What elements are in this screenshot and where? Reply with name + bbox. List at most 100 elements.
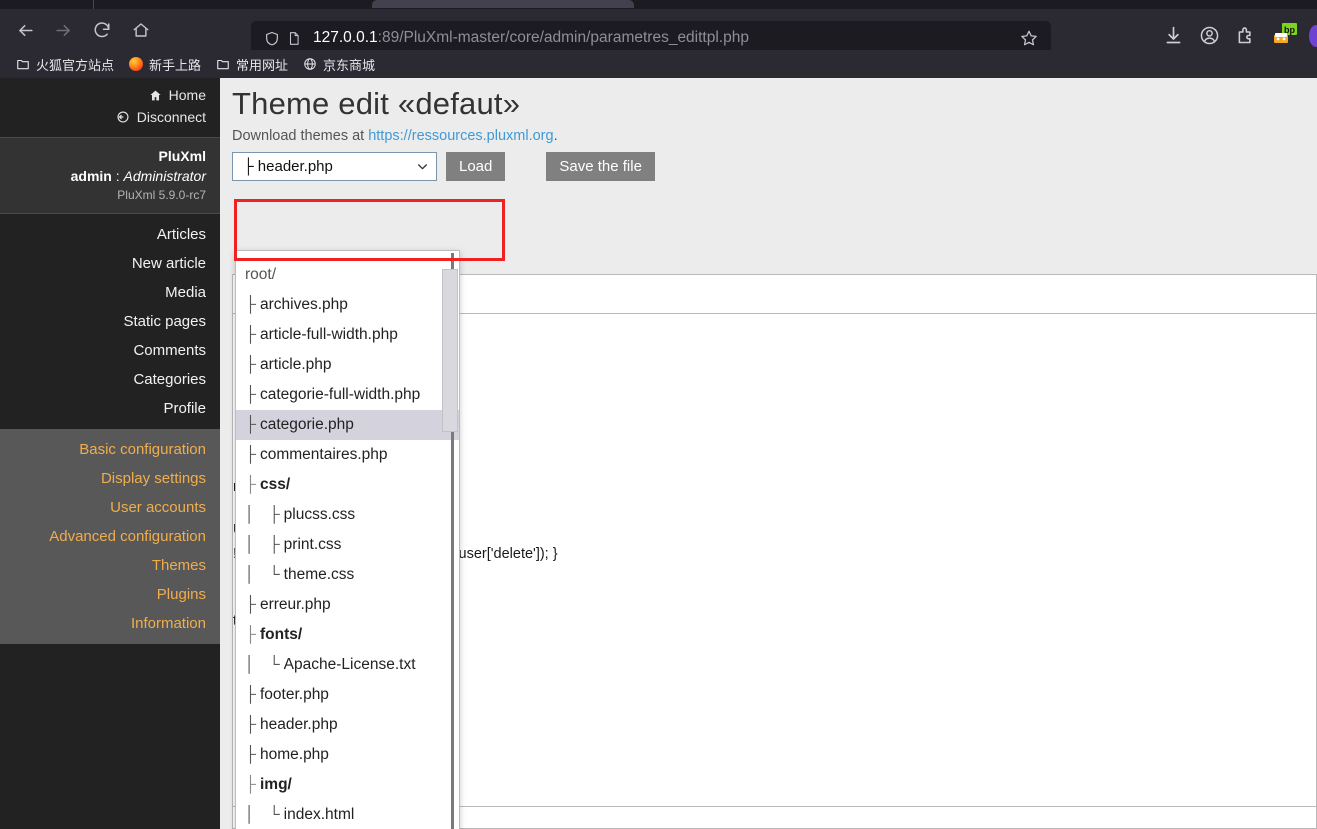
- tree-pipe: │: [245, 566, 255, 583]
- folder-icon: [15, 56, 31, 72]
- scrollbar-thumb[interactable]: [442, 269, 458, 432]
- url-text: 127.0.0.1:89/PluXml-master/core/admin/pa…: [313, 29, 1017, 47]
- profile-avatar[interactable]: [1309, 25, 1317, 47]
- dropdown-option[interactable]: ├ header.php: [236, 710, 459, 740]
- bookmark-label: 火狐官方站点: [36, 57, 115, 73]
- tree-branch: ├: [245, 356, 256, 373]
- dropdown-option[interactable]: │ └ Apache-License.txt: [236, 650, 459, 680]
- dropdown-items: root/├ archives.php ├ article-full-width.ph…: [236, 260, 459, 829]
- tree-branch: └: [268, 656, 280, 673]
- theme-file-dropdown-list[interactable]: root/├ archives.php ├ article-full-width.ph…: [235, 250, 460, 829]
- tree-branch: └: [268, 566, 280, 583]
- page-icon: [283, 27, 305, 49]
- tree-branch: ├: [245, 296, 256, 313]
- tree-branch: ├: [245, 446, 256, 463]
- admin-sidebar: Home Disconnect PluXml admin : Administr…: [0, 78, 220, 829]
- dropdown-option-label: print.css: [283, 536, 342, 553]
- home-icon[interactable]: [128, 17, 154, 43]
- theme-file-select[interactable]: ├ header.php: [232, 151, 437, 181]
- tree-branch: ├: [245, 326, 256, 343]
- dropdown-option[interactable]: ├ commentaires.php: [236, 440, 459, 470]
- sidebar-item-media[interactable]: Media: [0, 278, 220, 307]
- dropdown-option-label: index.html: [283, 806, 355, 823]
- bookmark-label: 常用网址: [236, 57, 289, 73]
- shield-icon: [261, 27, 283, 49]
- dropdown-option[interactable]: │ ├ plucss.css: [236, 500, 459, 530]
- version-label: PluXml 5.9.0-rc7: [117, 187, 206, 202]
- dropdown-option-label: commentaires.php: [259, 446, 388, 463]
- identity-separator: :: [111, 168, 124, 185]
- dropdown-option[interactable]: │ ├ print.css: [236, 530, 459, 560]
- dropdown-option-label: categorie-full-width.php: [259, 386, 421, 403]
- sidebar-item-disconnect[interactable]: Disconnect: [0, 106, 206, 128]
- downloads-icon[interactable]: [1163, 25, 1187, 53]
- user-info-box: PluXml admin : Administrator PluXml 5.9.…: [0, 137, 220, 214]
- note-prefix: Download themes at: [232, 127, 369, 144]
- dropdown-option-label: header.php: [259, 716, 338, 733]
- dropdown-option[interactable]: ├ img/: [236, 770, 459, 800]
- dropdown-option[interactable]: ├ archives.php: [236, 290, 459, 320]
- dropdown-option-label: footer.php: [259, 686, 329, 703]
- sidebar-item-label: Disconnect: [136, 109, 206, 125]
- dropdown-option[interactable]: ├ erreur.php: [236, 590, 459, 620]
- account-icon[interactable]: [1199, 25, 1223, 53]
- active-tab[interactable]: [372, 0, 634, 8]
- tree-pipe: │: [245, 656, 255, 673]
- bookmark-label: 京东商城: [323, 57, 376, 73]
- dropdown-option[interactable]: ├ categorie-full-width.php: [236, 380, 459, 410]
- dropdown-option-label: erreur.php: [259, 596, 331, 613]
- sidebar-item-basic-configuration[interactable]: Basic configuration: [0, 435, 220, 464]
- sidebar-item-plugins[interactable]: Plugins: [0, 580, 220, 609]
- extensions-icon[interactable]: [1235, 25, 1259, 53]
- dropdown-option[interactable]: ├ categorie.php: [236, 410, 459, 440]
- forward-arrow-icon[interactable]: [50, 17, 76, 43]
- sidebar-item-comments[interactable]: Comments: [0, 336, 220, 365]
- tree-branch: ├: [245, 716, 256, 733]
- dropdown-option[interactable]: ├ fonts/: [236, 620, 459, 650]
- bookmark-item[interactable]: 常用网址: [208, 53, 295, 75]
- sidebar-item-user-accounts[interactable]: User accounts: [0, 493, 220, 522]
- dropdown-option[interactable]: root/: [236, 260, 459, 290]
- dropdown-option[interactable]: │ └ theme.css: [236, 560, 459, 590]
- sidebar-item-themes[interactable]: Themes: [0, 551, 220, 580]
- dropdown-option[interactable]: ├ home.php: [236, 740, 459, 770]
- dropdown-option[interactable]: ├ article.php: [236, 350, 459, 380]
- dropdown-option[interactable]: ├ css/: [236, 470, 459, 500]
- bookmark-item[interactable]: 京东商城: [295, 53, 382, 75]
- bookmark-item[interactable]: 火狐官方站点: [8, 53, 121, 75]
- sidebar-item-new-article[interactable]: New article: [0, 249, 220, 278]
- bookmark-star-icon[interactable]: [1017, 26, 1041, 50]
- dropdown-option[interactable]: ├ article-full-width.php: [236, 320, 459, 350]
- sidebar-item-advanced-configuration[interactable]: Advanced configuration: [0, 522, 220, 551]
- navigation-toolbar: 127.0.0.1:89/PluXml-master/core/admin/pa…: [0, 9, 1317, 55]
- sidebar-item-display-settings[interactable]: Display settings: [0, 464, 220, 493]
- dropdown-option-label: css/: [259, 476, 291, 493]
- bp-extension-icon[interactable]: bp: [1271, 22, 1298, 49]
- reload-icon[interactable]: [89, 17, 115, 43]
- sidebar-item-articles[interactable]: Articles: [0, 220, 220, 249]
- dropdown-top-padding: [236, 251, 459, 260]
- tree-pipe: │: [245, 806, 255, 823]
- sidebar-item-categories[interactable]: Categories: [0, 365, 220, 394]
- username: admin: [70, 168, 112, 185]
- tree-branch: ├: [245, 776, 256, 793]
- save-file-button[interactable]: Save the file: [546, 151, 655, 181]
- back-arrow-icon[interactable]: [12, 17, 38, 43]
- sidebar-item-static-pages[interactable]: Static pages: [0, 307, 220, 336]
- sidebar-item-profile[interactable]: Profile: [0, 394, 220, 423]
- theme-file-controls: ├ header.php Load Save the file: [232, 151, 1317, 181]
- bookmark-item[interactable]: 新手上路: [121, 53, 208, 75]
- site-name: PluXml: [158, 148, 206, 164]
- load-button[interactable]: Load: [446, 151, 506, 181]
- sidebar-item-information[interactable]: Information: [0, 609, 220, 638]
- dropdown-option[interactable]: ├ footer.php: [236, 680, 459, 710]
- dropdown-scrollbar[interactable]: [442, 253, 458, 829]
- sidebar-item-label: Home: [168, 87, 206, 103]
- tab-strip: [0, 0, 1317, 9]
- globe-icon: [302, 56, 318, 72]
- pluxml-resources-link[interactable]: https://ressources.pluxml.org: [368, 128, 553, 144]
- url-host: 127.0.0.1: [313, 29, 378, 46]
- user-identity: admin : Administrator: [0, 166, 206, 186]
- dropdown-option[interactable]: │ └ index.html: [236, 800, 459, 829]
- sidebar-item-home[interactable]: Home: [0, 84, 206, 106]
